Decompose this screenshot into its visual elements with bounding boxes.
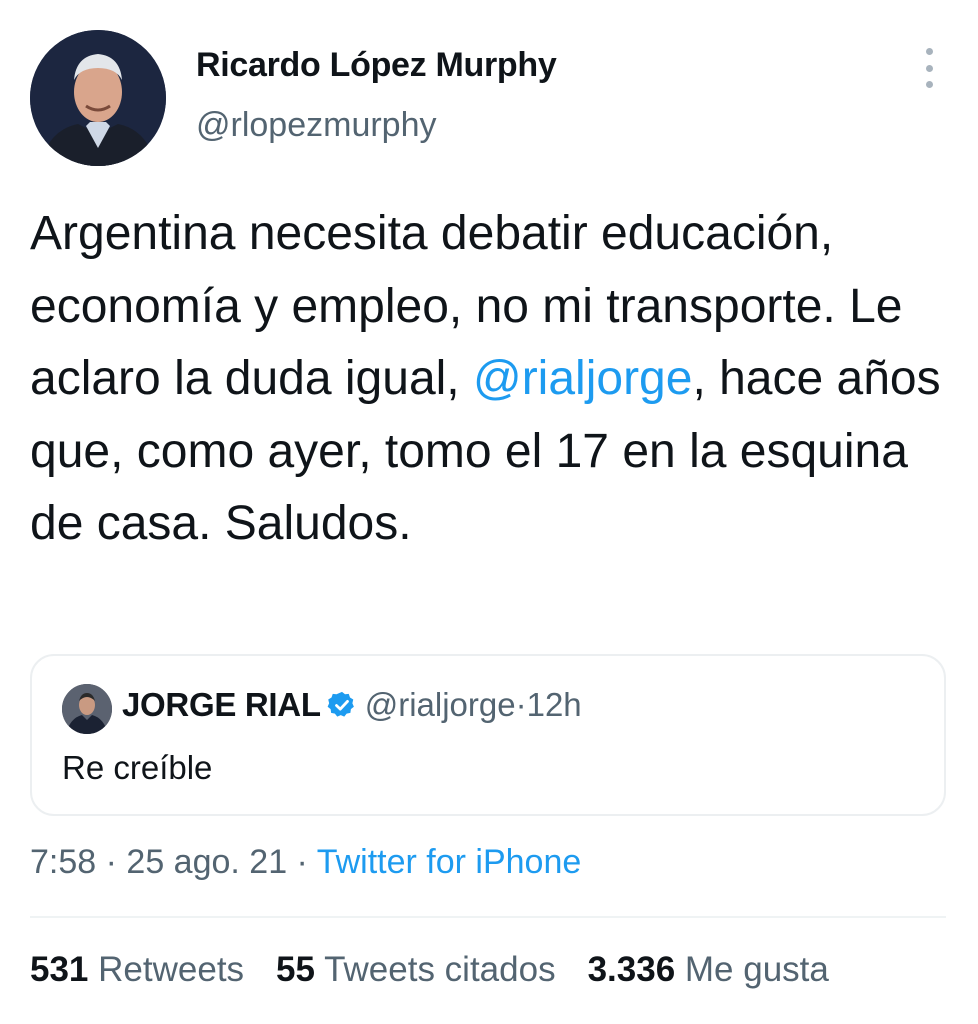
quote-tweets-stat[interactable]: 55 Tweets citados <box>276 950 556 990</box>
tweet-source-link[interactable]: Twitter for iPhone <box>317 843 582 881</box>
mention-link[interactable]: @rialjorge <box>473 352 692 405</box>
meta-separator: · <box>96 843 127 881</box>
likes-stat[interactable]: 3.336 Me gusta <box>588 950 829 990</box>
more-dot <box>925 48 933 55</box>
more-dot <box>925 81 933 88</box>
likes-count: 3.336 <box>587 950 676 989</box>
quoted-author-avatar[interactable] <box>62 684 112 734</box>
verified-badge-icon <box>327 691 354 717</box>
divider <box>30 916 946 918</box>
meta-separator: · <box>287 843 317 881</box>
more-dot <box>925 64 933 72</box>
quoted-separator: · <box>515 686 527 723</box>
tweet-meta: 7:58 · 25 ago. 21 · Twitter for iPhone <box>30 843 581 882</box>
author-handle[interactable]: @rlopezmurphy <box>196 106 437 145</box>
retweets-stat[interactable]: 531 Retweets <box>30 950 244 990</box>
tweet-text: Argentina necesita debatir educación, ec… <box>30 198 950 561</box>
quoted-avatar-image <box>62 684 112 734</box>
retweets-count: 531 <box>30 950 89 989</box>
quote-tweets-count: 55 <box>276 950 315 989</box>
author-avatar-image <box>30 30 166 166</box>
tweet-time[interactable]: 7:58 <box>30 843 96 881</box>
quote-tweets-label: Tweets citados <box>324 950 556 989</box>
author-display-name[interactable]: Ricardo López Murphy <box>196 46 557 85</box>
likes-label: Me gusta <box>684 950 829 989</box>
engagement-stats: 531 Retweets 55 Tweets citados 3.336 Me … <box>30 950 861 990</box>
author-avatar[interactable] <box>30 30 166 166</box>
quoted-tweet-time[interactable]: 12h <box>527 686 582 724</box>
retweets-label: Retweets <box>98 950 245 989</box>
more-options-icon[interactable] <box>914 48 944 88</box>
tweet-date[interactable]: 25 ago. 21 <box>126 843 287 881</box>
quoted-author-handle[interactable]: @rialjorge <box>365 686 516 724</box>
quoted-tweet-text: Re creíble <box>62 749 213 786</box>
quoted-tweet-card[interactable]: JORGE RIAL @rialjorge · 12h Re creíble <box>30 654 946 816</box>
quoted-author-name[interactable]: JORGE RIAL <box>122 686 321 724</box>
quoted-tweet-header: JORGE RIAL @rialjorge · 12h <box>122 686 582 724</box>
